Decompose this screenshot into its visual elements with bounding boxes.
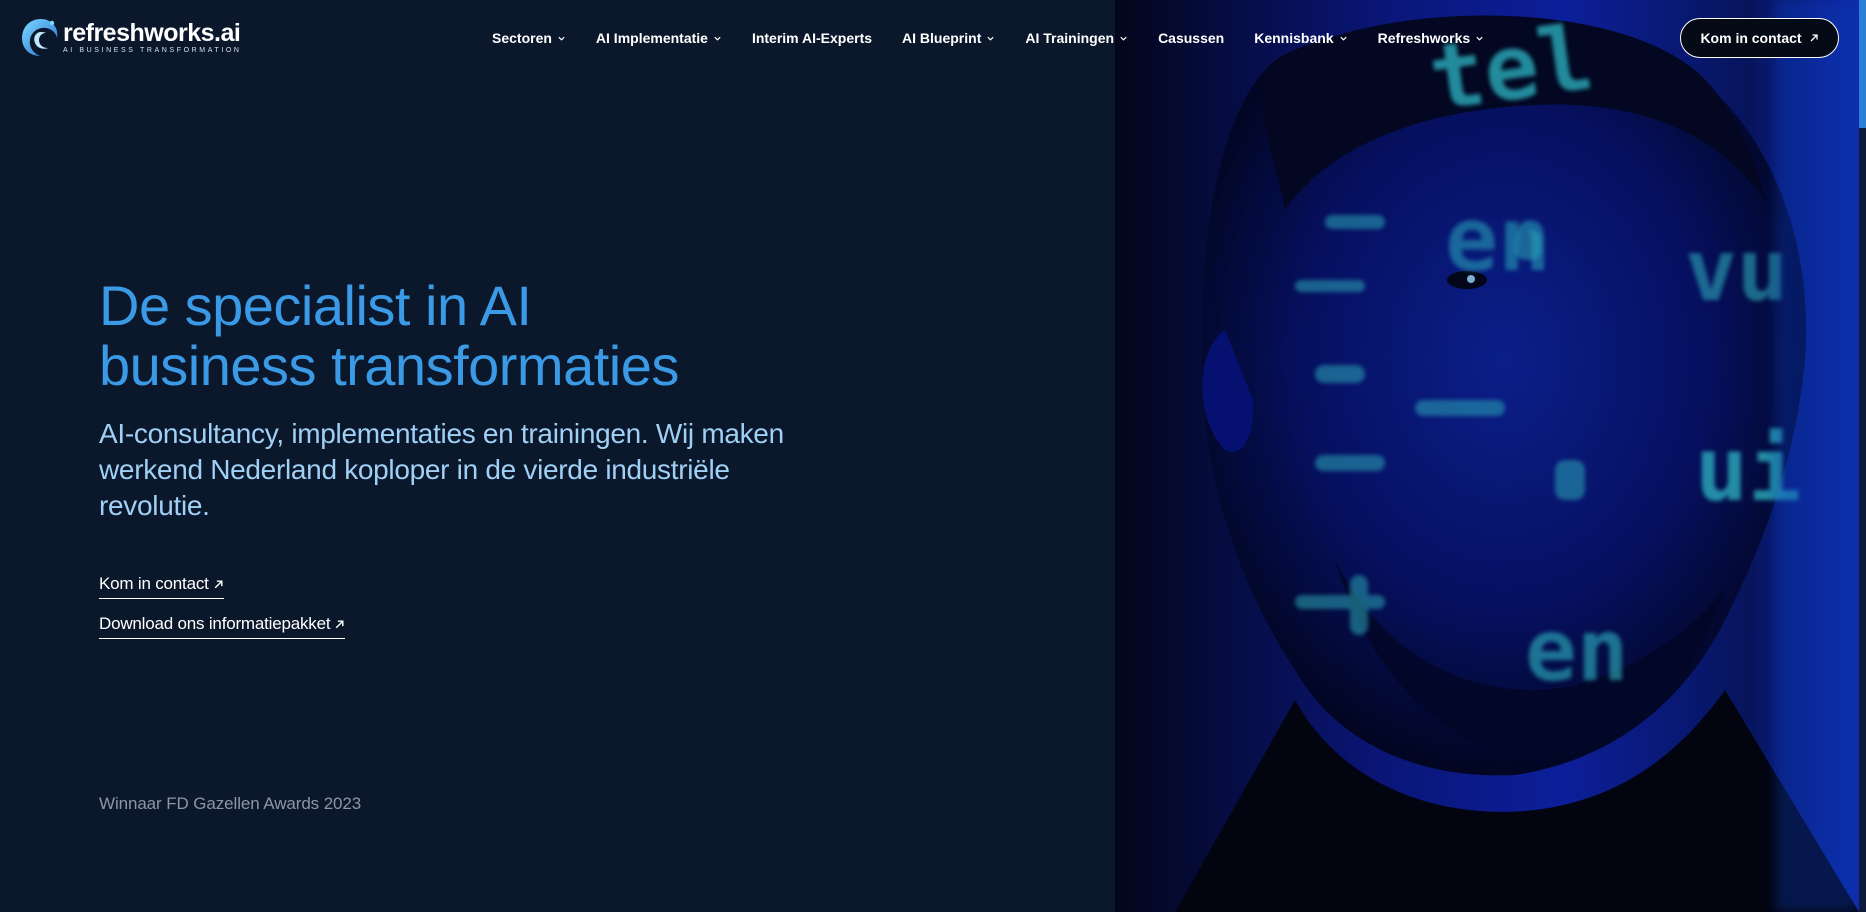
scrollbar[interactable]: [1859, 0, 1866, 912]
logo[interactable]: refreshworks.ai AI BUSINESS TRANSFORMATI…: [19, 15, 242, 59]
nav-item-ai-blueprint[interactable]: AI Blueprint: [902, 30, 995, 46]
logo-tagline: AI BUSINESS TRANSFORMATION: [63, 46, 242, 54]
hero-contact-link-label: Kom in contact: [99, 574, 209, 593]
nav-item-label: Interim AI-Experts: [751, 30, 873, 46]
chevron-down-icon: [987, 36, 994, 41]
hero-title-line-2: business transformaties: [99, 334, 679, 397]
chevron-down-icon: [558, 36, 565, 41]
nav-item-label: Casussen: [1158, 30, 1225, 46]
nav-item-kennisbank[interactable]: Kennisbank: [1254, 30, 1347, 46]
logo-text: refreshworks.ai AI BUSINESS TRANSFORMATI…: [63, 20, 242, 55]
main-nav: Sectoren AI Implementatie Interim AI-Exp…: [492, 27, 1514, 49]
face-illustration: tel en vu ui en: [1175, 0, 1859, 912]
nav-item-label: Kennisbank: [1254, 30, 1334, 46]
chevron-down-icon: [1339, 36, 1347, 41]
nav-item-ai-trainingen[interactable]: AI Trainingen: [1025, 30, 1128, 46]
chevron-down-icon: [714, 36, 721, 41]
hero-download-link[interactable]: Download ons informatiepakket: [99, 614, 346, 639]
nav-item-casussen[interactable]: Casussen: [1158, 30, 1224, 46]
nav-item-refreshworks[interactable]: Refreshworks: [1378, 30, 1485, 46]
hero-title: De specialist in AI business transformat…: [99, 276, 859, 396]
code-fragment-3: vu: [1685, 221, 1789, 321]
nav-item-ai-implementatie[interactable]: AI Implementatie: [596, 30, 722, 46]
arrow-up-right-icon: [214, 579, 223, 588]
nav-item-label: AI Implementatie: [595, 30, 708, 46]
wave-logo-icon: [22, 19, 58, 56]
hero-subtitle: AI-consultancy, implementaties en traini…: [99, 418, 784, 521]
nav-item-sectoren[interactable]: Sectoren: [492, 30, 566, 46]
chevron-down-icon: [1476, 36, 1483, 41]
nav-item-interim-ai-experts[interactable]: Interim AI-Experts: [752, 30, 872, 46]
hero-title-line-1: De specialist in AI: [99, 274, 532, 337]
chevron-down-icon: [1120, 36, 1127, 41]
logo-wordmark: refreshworks.ai: [63, 18, 241, 47]
site-header: refreshworks.ai AI BUSINESS TRANSFORMATI…: [0, 0, 1866, 76]
arrow-up-right-icon: [336, 619, 344, 628]
nav-item-label: AI Trainingen: [1025, 30, 1115, 46]
nav-item-label: Sectoren: [492, 30, 552, 46]
arrow-up-right-icon: [1810, 34, 1818, 42]
hero-image: tel en vu ui en: [1115, 0, 1859, 912]
contact-button-label: Kom in contact: [1700, 30, 1802, 46]
contact-button[interactable]: Kom in contact: [1680, 18, 1839, 58]
nav-item-label: AI Blueprint: [902, 30, 982, 46]
award-text: Winnaar FD Gazellen Awards 2023: [99, 794, 362, 813]
hero-contact-link[interactable]: Kom in contact: [99, 574, 224, 599]
nav-item-label: Refreshworks: [1377, 30, 1471, 46]
hero-download-link-label: Download ons informatiepakket: [99, 614, 331, 633]
code-fragment-5: en: [1525, 601, 1629, 701]
